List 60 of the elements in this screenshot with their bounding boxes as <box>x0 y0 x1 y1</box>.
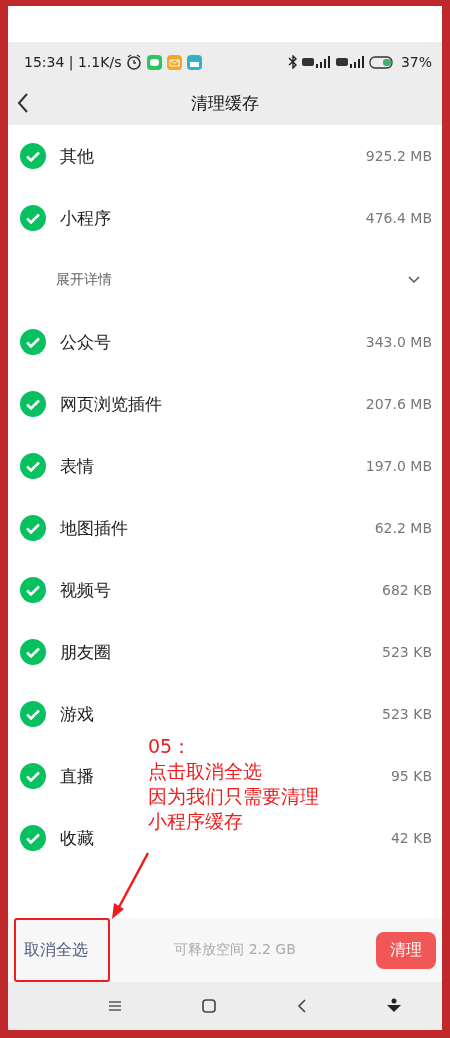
hd-icon <box>335 58 348 66</box>
cache-size: 62.2 MB <box>374 520 432 536</box>
menu-icon[interactable] <box>107 1000 122 1012</box>
chevron-icon[interactable] <box>408 276 420 284</box>
checkbox[interactable] <box>20 329 46 355</box>
checkbox[interactable] <box>20 391 46 417</box>
back-icon[interactable] <box>16 92 30 114</box>
category-label: 朋友圈 <box>60 640 111 664</box>
annotation-text: 小程序缓存 <box>148 809 244 834</box>
cache-size: 207.6 MB <box>365 396 432 412</box>
category-label: 游戏 <box>60 702 94 726</box>
page-title: 清理缓存 <box>191 92 259 115</box>
cache-size: 95 KB <box>390 768 432 784</box>
checkbox[interactable] <box>20 763 46 789</box>
status-time: 15:34 | 1.1K/s <box>24 54 122 70</box>
annotation-text: 点击取消全选 <box>148 759 263 784</box>
app-icon <box>187 54 203 70</box>
signal-icon <box>315 56 330 68</box>
checkbox[interactable] <box>20 143 46 169</box>
chat-app-icon <box>147 54 163 70</box>
annotation-text: 05： <box>148 734 193 759</box>
cache-size: 682 KB <box>382 582 432 598</box>
cache-size: 476.4 MB <box>365 210 432 226</box>
category-label: 小程序 <box>60 206 111 230</box>
checkbox[interactable] <box>20 639 46 665</box>
clean-button[interactable]: 清理 <box>376 931 436 969</box>
download-icon[interactable] <box>386 998 403 1014</box>
battery-percent: 37% <box>400 54 432 70</box>
hd-icon <box>301 58 314 66</box>
alarm-icon <box>126 54 143 70</box>
cache-size: 523 KB <box>382 706 432 722</box>
checkbox[interactable] <box>20 515 46 541</box>
checkbox[interactable] <box>20 825 46 851</box>
mail-app-icon <box>167 54 183 70</box>
category-label: 直播 <box>60 764 94 788</box>
cache-size: 925.2 MB <box>365 148 432 164</box>
home-icon[interactable] <box>201 998 218 1014</box>
signal-icon <box>349 56 364 68</box>
cache-size: 343.0 MB <box>365 334 432 350</box>
checkbox[interactable] <box>20 453 46 479</box>
category-label: 公众号 <box>60 330 111 354</box>
checkbox[interactable] <box>20 701 46 727</box>
battery-icon <box>369 56 393 69</box>
category-label: 收藏 <box>60 826 94 850</box>
back-icon[interactable] <box>296 998 307 1014</box>
free-space-text: 可释放空间 2.2 GB <box>173 941 297 959</box>
category-label: 表情 <box>60 454 94 478</box>
annotation-text: 因为我们只需要清理 <box>148 784 319 809</box>
checkbox[interactable] <box>20 577 46 603</box>
category-label: 地图插件 <box>60 516 128 540</box>
cache-size: 42 KB <box>390 830 432 846</box>
cache-size: 523 KB <box>382 644 432 660</box>
expand-link[interactable]: 展开详情 <box>20 271 408 289</box>
category-label: 其他 <box>60 144 94 168</box>
category-label: 视频号 <box>60 578 111 602</box>
deselect-all-button[interactable]: 取消全选 <box>18 935 94 965</box>
checkbox[interactable] <box>20 205 46 231</box>
cache-size: 197.0 MB <box>365 458 432 474</box>
category-label: 网页浏览插件 <box>60 392 162 416</box>
bluetooth-icon <box>288 55 297 69</box>
